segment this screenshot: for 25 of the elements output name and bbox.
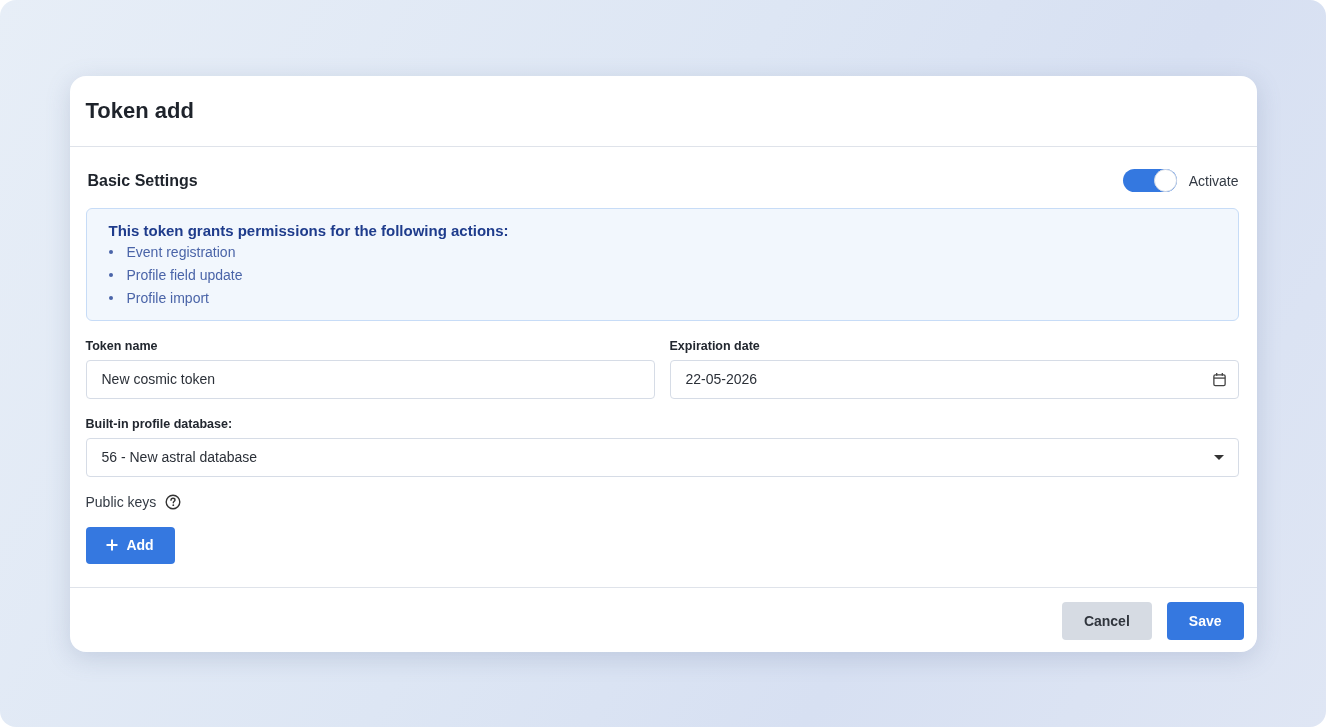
date-field[interactable]: 22-05-2026: [669, 359, 1239, 399]
toggle-switch[interactable]: [1122, 169, 1177, 192]
save-button[interactable]: Save: [1166, 601, 1244, 640]
plus-icon: [106, 539, 119, 551]
dropdown-field[interactable]: 56 - New astral database: [85, 437, 1239, 477]
bullet-icon: [108, 273, 113, 277]
dialog-title: Token add: [85, 96, 194, 125]
field-label: Built-in profile database:: [85, 415, 233, 433]
bullet-icon: [108, 250, 113, 254]
permission-text: Profile import: [126, 290, 209, 306]
cancel-button[interactable]: Cancel: [1061, 601, 1152, 640]
info-title: This token grants permissions for the following actions:: [108, 220, 509, 241]
permission-text: Event registration: [126, 244, 236, 260]
caret-icon: [1213, 454, 1224, 460]
toggle-label: Activate: [1188, 172, 1239, 189]
help-icon[interactable]: [165, 493, 182, 510]
field-label: Token name: [85, 337, 158, 355]
section-title: Basic Settings: [87, 171, 198, 190]
field-label: Public keys: [85, 493, 157, 510]
add-button[interactable]: Add: [85, 526, 175, 564]
input-field[interactable]: New cosmic token: [85, 359, 655, 399]
permission-text: Profile field update: [126, 267, 243, 283]
field-label: Expiration date: [669, 337, 760, 355]
calendar-icon[interactable]: [1211, 371, 1227, 387]
bullet-icon: [108, 296, 113, 300]
